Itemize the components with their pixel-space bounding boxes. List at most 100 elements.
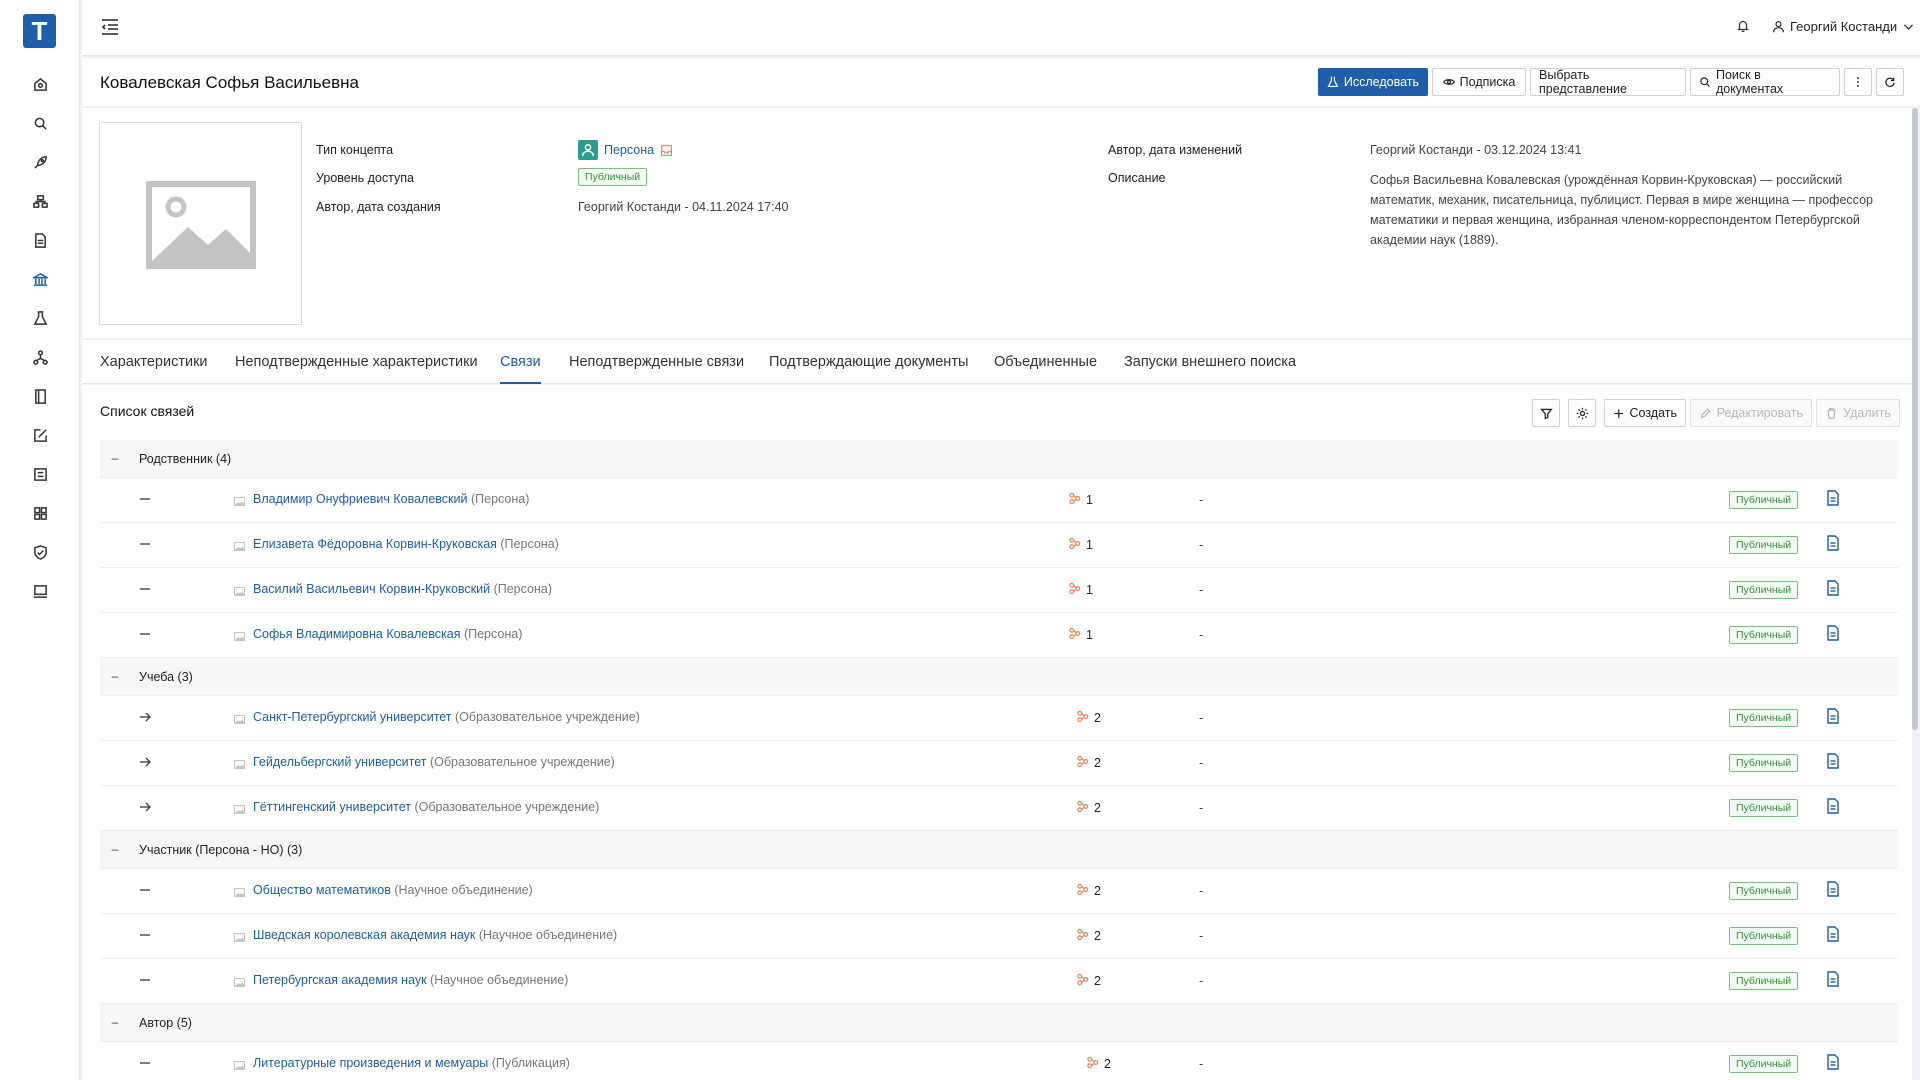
user-menu[interactable]: Георгий Костанди (1772, 19, 1915, 34)
relation-row[interactable]: Гёттингенский университет (Образовательн… (100, 786, 1898, 831)
tab-unconfirmed-relations[interactable]: Неподтвержденные связи (569, 354, 744, 370)
relation-target-link[interactable]: Василий Васильевич Корвин-Круковский (253, 582, 490, 596)
tab-unconfirmed-characteristics[interactable]: Неподтвержденные характеристики (235, 354, 478, 370)
edit-icon[interactable] (30, 425, 50, 445)
modified-value: Георгий Костанди - 03.12.2024 13:41 (1370, 143, 1582, 157)
shield-icon[interactable] (30, 542, 50, 562)
hierarchy-icon[interactable] (30, 191, 50, 211)
tab-bar: Характеристики Неподтвержденные характер… (82, 340, 1912, 384)
page-title: Ковалевская Софья Васильевна (100, 73, 359, 92)
form-icon[interactable] (30, 464, 50, 484)
more-options-button[interactable] (1844, 68, 1872, 96)
relations-list: – Родственник (4) Владимир Онуфриевич Кова… (100, 440, 1898, 1080)
relation-row[interactable]: Владимир Онуфриевич Ковалевский (Персона… (100, 478, 1898, 523)
relation-target-link[interactable]: Гейдельбергский университет (253, 755, 427, 769)
tab-external-search[interactable]: Запуски внешнего поиска (1124, 354, 1296, 370)
relation-target-link[interactable]: Гёттингенский университет (253, 800, 411, 814)
subscribe-button[interactable]: Подписка (1432, 68, 1526, 96)
collapse-toggle[interactable]: – (108, 1015, 122, 1029)
concept-type-link[interactable]: Персона (604, 143, 654, 157)
collapse-toggle[interactable]: – (108, 451, 122, 465)
link-count-icon (1076, 800, 1090, 814)
search-icon[interactable] (30, 113, 50, 133)
home-icon[interactable] (30, 74, 50, 94)
bell-icon[interactable] (1736, 19, 1752, 35)
link-count-icon (1076, 973, 1090, 987)
relation-row[interactable]: Гейдельбергский университет (Образовател… (100, 741, 1898, 786)
rocket-icon[interactable] (30, 152, 50, 172)
tab-supporting-documents[interactable]: Подтверждающие документы (769, 354, 968, 370)
dashboard-icon[interactable] (30, 503, 50, 523)
relation-target-link[interactable]: Владимир Онуфриевич Ковалевский (253, 492, 468, 506)
concept-photo-placeholder[interactable] (99, 122, 302, 325)
relation-row[interactable]: Шведская королевская академия наук (Науч… (100, 914, 1898, 959)
relation-note: - (1199, 1057, 1204, 1071)
image-thumbnail-icon (234, 757, 245, 769)
link-count: 2 (1094, 801, 1101, 815)
menu-toggle-icon[interactable] (100, 16, 120, 36)
create-button[interactable]: Создать (1604, 399, 1686, 427)
created-value: Георгий Костанди - 04.11.2024 17:40 (578, 200, 789, 214)
settings-button[interactable] (1568, 399, 1596, 427)
link-count-icon (1068, 627, 1082, 641)
tab-merged[interactable]: Объединенные (994, 354, 1097, 370)
book-icon[interactable] (30, 386, 50, 406)
filter-button[interactable] (1532, 399, 1560, 427)
bank-icon[interactable] (30, 269, 50, 289)
tab-characteristics[interactable]: Характеристики (100, 354, 208, 370)
document-icon[interactable] (1826, 881, 1840, 897)
document-icon[interactable] (1826, 971, 1840, 987)
relation-row[interactable]: Василий Васильевич Корвин-Круковский (Пе… (100, 568, 1898, 613)
dash-icon (138, 627, 152, 641)
relation-row[interactable]: Петербургская академия наук (Научное объ… (100, 959, 1898, 1004)
collapse-toggle[interactable]: – (108, 842, 122, 856)
relation-row[interactable]: Санкт-Петербургский университет (Образов… (100, 696, 1898, 741)
research-button[interactable]: Исследовать (1318, 68, 1428, 96)
scrollbar[interactable] (1912, 108, 1918, 730)
document-icon[interactable] (1826, 580, 1840, 596)
refresh-button[interactable] (1876, 68, 1904, 96)
relation-target-link[interactable]: Общество математиков (253, 883, 391, 897)
choose-view-button[interactable]: Выбрать представление (1530, 68, 1686, 96)
relation-row[interactable]: Литературные произведения и мемуары (Пуб… (100, 1042, 1898, 1080)
relation-target-link[interactable]: Елизавета Фёдоровна Корвин-Круковская (253, 537, 497, 551)
collapse-toggle[interactable]: – (108, 669, 122, 683)
relation-target-link[interactable]: Софья Владимировна Ковалевская (253, 627, 460, 641)
relation-target-link[interactable]: Литературные произведения и мемуары (253, 1056, 488, 1070)
search-documents-button[interactable]: Поиск в документах (1690, 68, 1840, 96)
relation-target-link[interactable]: Шведская королевская академия наук (253, 928, 475, 942)
network-icon[interactable] (30, 347, 50, 367)
relation-target-link[interactable]: Санкт-Петербургский университет (253, 710, 452, 724)
more-vertical-icon (1857, 77, 1859, 87)
concept-type-label: Тип концепта (316, 143, 394, 157)
document-icon[interactable] (1826, 926, 1840, 942)
document-icon[interactable] (1826, 753, 1840, 769)
inbox-icon[interactable] (660, 144, 673, 157)
document-icon[interactable] (1826, 798, 1840, 814)
edit-button[interactable]: Редактировать (1690, 399, 1812, 427)
document-icon[interactable] (1826, 625, 1840, 641)
relation-row[interactable]: Елизавета Фёдоровна Корвин-Круковская (П… (100, 523, 1898, 568)
image-thumbnail-icon (234, 494, 245, 506)
plus-icon (1614, 408, 1624, 418)
relation-row[interactable]: Софья Владимировна Ковалевская (Персона)… (100, 613, 1898, 658)
document-icon[interactable] (1826, 490, 1840, 506)
monitor-icon[interactable] (30, 581, 50, 601)
image-placeholder-icon (146, 181, 256, 269)
relation-row[interactable]: Общество математиков (Научное объединени… (100, 869, 1898, 914)
relation-note: - (1199, 583, 1204, 597)
link-count-icon (1076, 710, 1090, 724)
flask-icon[interactable] (30, 308, 50, 328)
document-icon[interactable] (1826, 1054, 1840, 1070)
document-icon[interactable] (1826, 535, 1840, 551)
tab-relations[interactable]: Связи (500, 354, 541, 384)
document-icon[interactable] (30, 230, 50, 250)
relation-target-type: (Публикация) (488, 1056, 570, 1070)
image-thumbnail-icon (234, 975, 245, 987)
relation-note: - (1199, 974, 1204, 988)
relation-target-link[interactable]: Петербургская академия наук (253, 973, 427, 987)
app-logo[interactable]: T (23, 14, 56, 48)
access-badge: Публичный (1729, 754, 1799, 772)
delete-button[interactable]: Удалить (1816, 399, 1900, 427)
document-icon[interactable] (1826, 708, 1840, 724)
